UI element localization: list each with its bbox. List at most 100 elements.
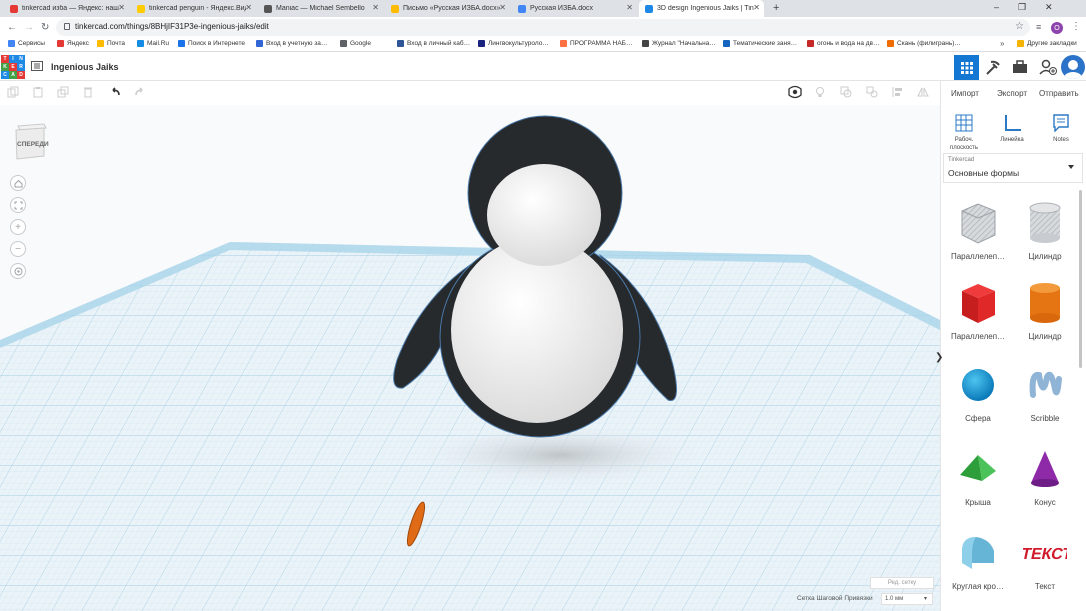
workplane-viewport[interactable] <box>0 105 940 611</box>
notes-icon[interactable] <box>1053 114 1069 132</box>
shape-library-dropdown[interactable]: Tinkercad Основные формы <box>943 153 1083 183</box>
bookmark-item[interactable]: Google <box>340 40 371 47</box>
close-tab-icon[interactable]: ✕ <box>499 3 506 12</box>
shape-label[interactable]: Параллелеп… <box>947 252 1009 261</box>
close-tab-icon[interactable]: ✕ <box>372 3 379 12</box>
workplane-icon[interactable] <box>955 114 973 132</box>
restore-icon[interactable]: ❐ <box>1018 2 1026 13</box>
design-menu-icon[interactable] <box>31 61 43 71</box>
add-user-icon[interactable] <box>1039 58 1057 76</box>
view-cube[interactable]: СПЕРЕДИ <box>14 122 49 160</box>
browser-tab[interactable]: 3D design Ingenious Jaiks | Tinke…✕ <box>639 0 764 17</box>
export-button[interactable]: Экспорт <box>997 89 1027 98</box>
bookmark-item[interactable]: ПРОГРАММА НАБ… <box>560 40 632 47</box>
align-icon[interactable] <box>892 86 904 98</box>
delete-icon[interactable] <box>82 86 94 98</box>
shape-scribble-icon[interactable] <box>1023 363 1067 407</box>
bookmark-item[interactable]: Mail.Ru <box>137 40 169 47</box>
collapse-panel-icon[interactable]: ❯ <box>935 352 943 363</box>
ungroup-icon[interactable] <box>866 86 878 98</box>
url-text[interactable]: tinkercad.com/things/8BHjIF31P3e-ingenio… <box>75 22 269 31</box>
fit-view-button[interactable] <box>10 197 26 213</box>
show-all-icon[interactable] <box>788 85 802 99</box>
reload-icon[interactable]: ↻ <box>41 22 49 33</box>
ruler-icon[interactable] <box>1004 114 1022 132</box>
bookmark-item[interactable]: Лингвокультуроло… <box>478 40 549 47</box>
group-icon[interactable] <box>840 86 852 98</box>
design-title[interactable]: Ingenious Jaiks <box>51 62 119 72</box>
snap-grid-select[interactable]: 1.0 мм ▾ <box>881 593 933 605</box>
bookmark-item[interactable]: Скань (филигрань)… <box>887 40 961 47</box>
mirror-icon[interactable] <box>917 86 929 98</box>
notes-label[interactable]: Notes <box>1043 137 1079 143</box>
shape-roof-icon[interactable] <box>956 447 1000 491</box>
bookmark-item[interactable]: Сервисы <box>8 40 45 47</box>
shape-label[interactable]: Конус <box>1014 498 1076 507</box>
browser-tab[interactable]: Письмо «Русская ИЗБА.docx» — ✕ <box>385 0 510 17</box>
browser-tab[interactable]: tinkercad изба — Яндекс: нашл…✕ <box>4 0 129 17</box>
shape-cylinder-hole-icon[interactable] <box>1023 201 1067 245</box>
shape-sphere-icon[interactable] <box>956 363 1000 407</box>
home-view-button[interactable] <box>10 175 26 191</box>
workplane-label[interactable]: Рабоч. плоскость <box>946 136 982 152</box>
paste-icon[interactable] <box>32 86 44 98</box>
3d-view-button[interactable] <box>954 55 979 80</box>
bookmarks-overflow-icon[interactable]: » <box>1000 39 1004 48</box>
import-button[interactable]: Импорт <box>951 89 979 98</box>
edit-grid-button[interactable]: Ред. сетку <box>870 577 934 589</box>
shape-cylinder-icon[interactable] <box>1023 281 1067 325</box>
close-tab-icon[interactable]: ✕ <box>753 3 760 12</box>
shape-label[interactable]: Параллелеп… <box>947 332 1009 341</box>
panel-scrollbar[interactable] <box>1079 190 1082 368</box>
shape-label[interactable]: Текст <box>1014 582 1076 591</box>
ruler-label[interactable]: Линейка <box>994 137 1030 143</box>
bookmark-item[interactable]: Вход в личный каб… <box>397 40 470 47</box>
user-avatar[interactable] <box>1061 55 1085 79</box>
zoom-in-button[interactable]: + <box>10 219 26 235</box>
close-window-icon[interactable]: ✕ <box>1045 2 1053 13</box>
bookmark-item[interactable]: огонь и вода на дв… <box>807 40 880 47</box>
close-tab-icon[interactable]: ✕ <box>245 3 252 12</box>
shape-box-icon[interactable] <box>956 281 1000 325</box>
bookmark-item[interactable]: Вход в учетную за… <box>256 40 327 47</box>
shape-label[interactable]: Крыша <box>947 498 1009 507</box>
other-bookmarks[interactable]: Другие закладки <box>1017 40 1077 47</box>
bookmark-item[interactable]: Тематические заня… <box>723 40 797 47</box>
close-tab-icon[interactable]: ✕ <box>626 3 633 12</box>
duplicate-icon[interactable] <box>57 86 69 98</box>
browser-tab[interactable]: Maniac — Michael Sembello ✕ <box>258 0 383 17</box>
bookmark-item[interactable]: Поиск в Интернете <box>178 40 245 47</box>
bookmark-item[interactable]: Журнал "Начальна… <box>642 40 716 47</box>
shape-text-icon[interactable]: ТЕКСТ <box>1023 531 1067 575</box>
redo-icon[interactable] <box>134 86 146 98</box>
browser-tab[interactable]: tinkercad penguin - Яндекс.Виде…✕ <box>131 0 256 17</box>
bookmark-item[interactable]: Яндекс <box>57 40 89 47</box>
close-tab-icon[interactable]: ✕ <box>118 3 125 12</box>
undo-icon[interactable] <box>109 86 121 98</box>
forward-icon[interactable]: → <box>24 22 34 33</box>
browser-tab[interactable]: Русская ИЗБА.docx ✕ <box>512 0 637 17</box>
shape-round-roof-icon[interactable] <box>956 531 1000 575</box>
copy-icon[interactable] <box>7 86 19 98</box>
shape-box-hole-icon[interactable] <box>956 201 1000 245</box>
shape-label[interactable]: Цилиндр <box>1014 332 1076 341</box>
bookmark-item[interactable]: Почта <box>97 40 125 47</box>
browser-menu-icon[interactable]: ⋮ <box>1071 21 1081 32</box>
zoom-out-button[interactable]: − <box>10 241 26 257</box>
back-icon[interactable]: ← <box>7 22 17 33</box>
light-bulb-icon[interactable] <box>814 86 826 98</box>
briefcase-icon[interactable] <box>1012 60 1028 74</box>
shape-label[interactable]: Цилиндр <box>1014 252 1076 261</box>
profile-avatar[interactable]: O <box>1051 22 1063 34</box>
tinkercad-logo[interactable]: TINKERCAD <box>1 55 25 79</box>
shape-cone-icon[interactable] <box>1023 447 1067 491</box>
perspective-button[interactable] <box>10 263 26 279</box>
new-tab-button[interactable]: + <box>773 2 779 14</box>
shape-label[interactable]: Круглая кро… <box>947 582 1009 591</box>
hammer-pickaxe-icon[interactable] <box>985 59 1002 76</box>
shape-label[interactable]: Сфера <box>947 414 1009 423</box>
playlist-icon[interactable]: ≡ <box>1036 22 1041 32</box>
minimize-icon[interactable]: – <box>994 2 999 12</box>
send-button[interactable]: Отправить <box>1039 89 1079 98</box>
shape-label[interactable]: Scribble <box>1014 414 1076 423</box>
